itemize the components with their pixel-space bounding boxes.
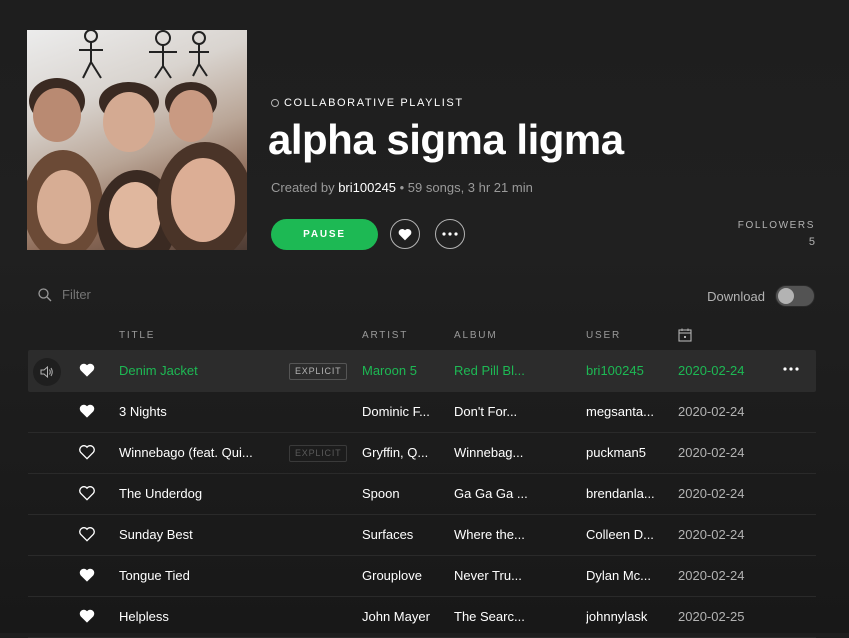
track-date-added: 2020-02-24 (678, 568, 745, 583)
more-icon (442, 232, 458, 236)
playlist-cover-image[interactable] (27, 30, 247, 250)
track-album[interactable]: Where the... (454, 514, 578, 555)
download-control: Download (707, 285, 815, 307)
track-user[interactable]: johnnylask (586, 596, 670, 637)
column-header-date[interactable] (678, 328, 692, 345)
heart-icon[interactable] (79, 444, 95, 460)
explicit-badge: EXPLICIT (289, 445, 348, 462)
track-artist[interactable]: Maroon 5 (362, 350, 446, 391)
more-icon (783, 367, 799, 371)
track-date-added: 2020-02-24 (678, 404, 745, 419)
explicit-badge: EXPLICIT (289, 363, 348, 380)
track-title[interactable]: The Underdog (119, 473, 279, 514)
track-user[interactable]: puckman5 (586, 432, 670, 473)
track-artist[interactable]: Dominic F... (362, 391, 446, 432)
playlist-type-text: COLLABORATIVE PLAYLIST (284, 97, 464, 109)
track-album[interactable]: Don't For... (454, 391, 578, 432)
heart-icon[interactable] (79, 362, 95, 378)
track-title[interactable]: Denim Jacket (119, 350, 279, 391)
created-by-prefix: Created by (271, 180, 339, 195)
heart-icon (398, 228, 412, 240)
track-artist[interactable]: Gryffin, Q... (362, 432, 446, 473)
download-label: Download (707, 288, 765, 304)
playlist-meta: Created by bri100245 • 59 songs, 3 hr 21… (271, 180, 533, 195)
download-toggle[interactable] (775, 285, 815, 307)
track-user[interactable]: Dylan Mc... (586, 555, 670, 596)
track-artist[interactable]: Surfaces (362, 514, 446, 555)
like-playlist-button[interactable] (390, 219, 420, 249)
search-icon (38, 287, 52, 301)
column-header-artist[interactable]: ARTIST (362, 330, 408, 341)
heart-icon[interactable] (79, 485, 95, 501)
track-title[interactable]: Sunday Best (119, 514, 279, 555)
speaker-icon (40, 366, 53, 378)
calendar-icon (678, 328, 692, 342)
track-row[interactable]: Denim Jacket EXPLICIT Maroon 5 Red Pill Bl.… (28, 350, 816, 392)
track-title[interactable]: 3 Nights (119, 391, 279, 432)
column-header-album[interactable]: ALBUM (454, 330, 497, 341)
track-row[interactable]: Tongue Tied Grouplove Never Tru... Dylan Mc… (28, 555, 816, 597)
heart-icon[interactable] (79, 608, 95, 624)
track-album[interactable]: Ga Ga Ga ... (454, 473, 578, 514)
heart-icon[interactable] (79, 567, 95, 583)
track-date-added: 2020-02-24 (678, 527, 745, 542)
track-row[interactable]: 3 Nights Dominic F... Don't For... megsanta… (28, 391, 816, 433)
track-row[interactable]: Winnebago (feat. Qui... EXPLICIT Gryffin, … (28, 432, 816, 474)
toggle-knob (778, 288, 794, 304)
filter-bar (38, 287, 212, 302)
column-header-user[interactable]: USER (586, 330, 621, 341)
track-artist[interactable]: Grouplove (362, 555, 446, 596)
playlist-type-label: COLLABORATIVE PLAYLIST (271, 97, 464, 109)
track-row[interactable]: Helpless John Mayer The Searc... johnnylask… (28, 596, 816, 638)
playlist-title: alpha sigma ligma (268, 116, 624, 163)
track-date-added: 2020-02-25 (678, 609, 745, 624)
track-album[interactable]: Never Tru... (454, 555, 578, 596)
track-user[interactable]: brendanla... (586, 473, 670, 514)
track-title[interactable]: Tongue Tied (119, 555, 279, 596)
followers-label: FOLLOWERS (737, 220, 815, 231)
track-user[interactable]: bri100245 (586, 350, 670, 391)
track-more-button[interactable] (783, 350, 799, 388)
track-title[interactable]: Helpless (119, 596, 279, 637)
now-playing-button[interactable] (33, 358, 61, 386)
track-date-added: 2020-02-24 (678, 486, 745, 501)
followers-count: 5 (808, 236, 815, 248)
track-artist[interactable]: Spoon (362, 473, 446, 514)
track-user[interactable]: megsanta... (586, 391, 670, 432)
track-date-added: 2020-02-24 (678, 445, 745, 460)
heart-icon[interactable] (79, 526, 95, 542)
pause-button[interactable]: PAUSE (271, 219, 378, 250)
playlist-stats: • 59 songs, 3 hr 21 min (396, 180, 533, 195)
heart-icon[interactable] (79, 403, 95, 419)
track-date-added: 2020-02-24 (678, 363, 745, 378)
column-header-title[interactable]: TITLE (119, 330, 155, 341)
track-album[interactable]: Winnebag... (454, 432, 578, 473)
owner-link[interactable]: bri100245 (338, 180, 396, 195)
track-title[interactable]: Winnebago (feat. Qui... (119, 432, 279, 473)
collaborative-icon (271, 99, 279, 107)
track-row[interactable]: Sunday Best Surfaces Where the... Colleen D… (28, 514, 816, 556)
track-album[interactable]: Red Pill Bl... (454, 350, 578, 391)
track-artist[interactable]: John Mayer (362, 596, 446, 637)
track-row[interactable]: The Underdog Spoon Ga Ga Ga ... brendanla..… (28, 473, 816, 515)
track-album[interactable]: The Searc... (454, 596, 578, 637)
more-options-button[interactable] (435, 219, 465, 249)
filter-input[interactable] (62, 287, 212, 302)
track-user[interactable]: Colleen D... (586, 514, 670, 555)
